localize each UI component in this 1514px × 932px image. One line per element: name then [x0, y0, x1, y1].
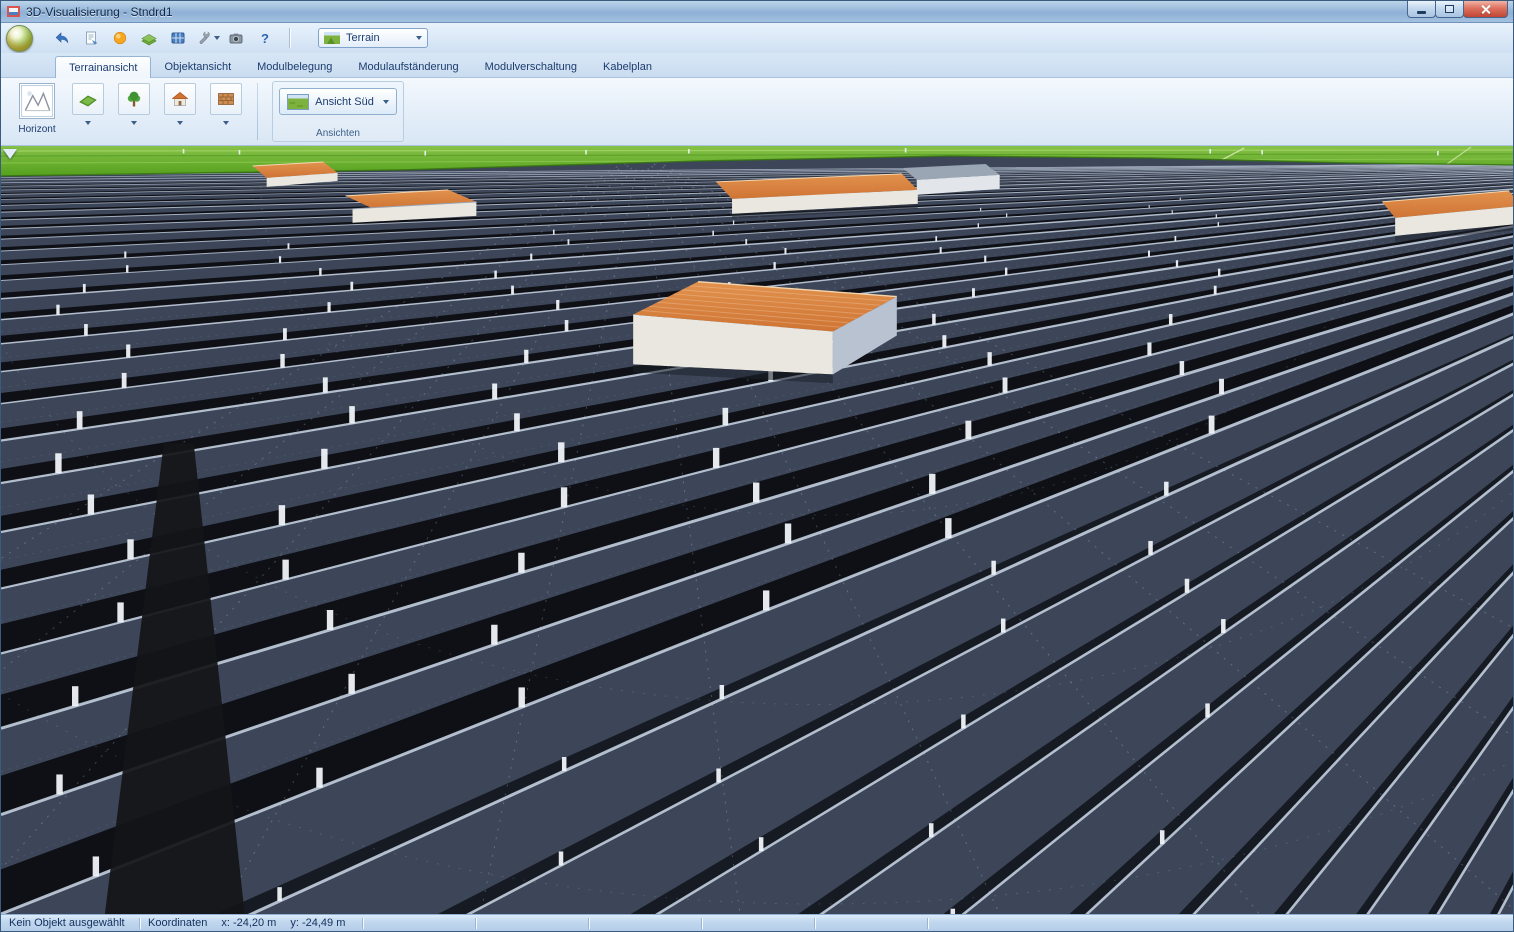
undo-button[interactable] [49, 26, 75, 50]
status-selection: Kein Objekt ausgewählt [9, 917, 125, 929]
window-title: 3D-Visualisierung - Stndrd1 [26, 5, 173, 19]
settings-button[interactable] [194, 26, 220, 50]
window-controls [1408, 1, 1508, 18]
horizont-button[interactable]: Horizont [9, 81, 65, 142]
ribbon-body: Horizont [1, 78, 1513, 146]
app-window: 3D-Visualisierung - Stndrd1 [0, 0, 1514, 932]
ansichten-group-caption: Ansichten [273, 128, 403, 139]
module-icon [169, 29, 187, 47]
terrain-mode-dropdown[interactable]: Terrain [318, 28, 428, 48]
titlebar: 3D-Visualisierung - Stndrd1 [1, 1, 1513, 23]
viewport-collapse-arrow-icon[interactable] [3, 149, 17, 159]
ansicht-sued-label: Ansicht Süd [315, 96, 374, 108]
sun-icon [111, 29, 129, 47]
wrench-icon [194, 29, 212, 47]
terrain-layers-icon [140, 29, 158, 47]
minimize-icon [1417, 11, 1426, 14]
tab-objektansicht[interactable]: Objektansicht [151, 56, 244, 77]
tab-kabelplan[interactable]: Kabelplan [590, 56, 665, 77]
tree-button[interactable] [111, 81, 157, 142]
terrain-3d-scene[interactable] [1, 146, 1513, 914]
report-icon [82, 29, 100, 47]
ribbon-group-separator [257, 83, 258, 140]
help-button[interactable]: ? [252, 26, 278, 50]
status-empty-cell [815, 915, 927, 931]
status-empty-cell [702, 915, 814, 931]
help-icon: ? [261, 31, 269, 46]
terrain-plane-dropdown-arrow-icon[interactable] [85, 121, 91, 125]
tree-icon [118, 83, 150, 115]
ansichten-group: Ansicht Süd Ansichten [272, 81, 404, 142]
application-menu-button[interactable] [6, 25, 33, 52]
terrain-thumbnail-icon [324, 32, 340, 44]
wall-button[interactable] [203, 81, 249, 142]
status-empty-cell [363, 915, 475, 931]
terrain-dropdown-arrow-icon [416, 36, 422, 40]
ribbon-tab-bar: Terrainansicht Objektansicht Modulbelegu… [1, 53, 1513, 78]
close-button[interactable] [1463, 1, 1508, 18]
status-x-coordinate: x: -24,20 m [221, 917, 276, 929]
status-empty-cell [928, 915, 1040, 931]
horizont-label: Horizont [18, 124, 55, 135]
terrain-plane-icon [72, 83, 104, 115]
terrain-layers-button[interactable] [136, 26, 162, 50]
report-button[interactable] [78, 26, 104, 50]
sun-button[interactable] [107, 26, 133, 50]
status-bar: Kein Objekt ausgewählt Koordinaten x: -2… [1, 914, 1513, 931]
undo-icon [53, 29, 71, 47]
house-button[interactable] [157, 81, 203, 142]
wall-dropdown-arrow-icon[interactable] [223, 121, 229, 125]
ansicht-sued-button[interactable]: Ansicht Süd [279, 88, 397, 115]
tab-terrainansicht[interactable]: Terrainansicht [55, 56, 151, 78]
maximize-button[interactable] [1435, 1, 1464, 18]
maximize-icon [1445, 5, 1454, 13]
module-button[interactable] [165, 26, 191, 50]
status-empty-cell [589, 915, 701, 931]
status-coordinates-label: Koordinaten [148, 917, 207, 929]
camera-icon [227, 29, 245, 47]
quick-access-toolbar: ? Terrain [1, 23, 1513, 53]
settings-dropdown-arrow-icon [214, 36, 220, 40]
wall-icon [210, 83, 242, 115]
house-icon [164, 83, 196, 115]
tab-modulverschaltung[interactable]: Modulverschaltung [472, 56, 590, 77]
terrain-plane-button[interactable] [65, 81, 111, 142]
house-dropdown-arrow-icon[interactable] [177, 121, 183, 125]
tree-dropdown-arrow-icon[interactable] [131, 121, 137, 125]
horizont-icon [19, 83, 55, 119]
status-coordinates-cell: Koordinaten x: -24,20 m y: -24,49 m [140, 915, 362, 931]
ansicht-dropdown-arrow-icon [383, 100, 389, 104]
close-icon [1480, 4, 1491, 15]
minimize-button[interactable] [1407, 1, 1436, 18]
status-selection-cell: Kein Objekt ausgewählt [1, 915, 139, 931]
app-icon [6, 4, 21, 19]
status-y-coordinate: y: -24,49 m [290, 917, 345, 929]
tab-modulaufstaenderung[interactable]: Modulaufständerung [345, 56, 471, 77]
toolbar-separator [289, 28, 290, 48]
tab-modulbelegung[interactable]: Modulbelegung [244, 56, 345, 77]
ansicht-thumbnail-icon [287, 94, 309, 110]
terrain-mode-label: Terrain [346, 32, 406, 44]
terrain-3d-viewport[interactable] [1, 146, 1513, 914]
status-empty-cell [476, 915, 588, 931]
screenshot-button[interactable] [223, 26, 249, 50]
